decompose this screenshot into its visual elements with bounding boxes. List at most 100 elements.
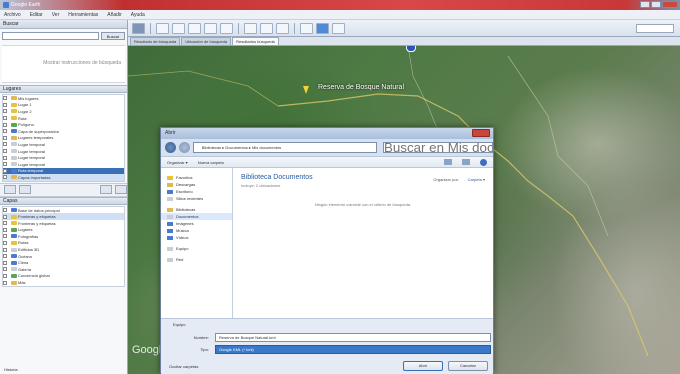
layer-item[interactable]: Galería <box>3 266 124 273</box>
menu-item-tools[interactable]: Herramientas <box>68 12 98 18</box>
checkbox[interactable] <box>3 122 7 127</box>
add-polygon-button[interactable] <box>172 22 185 34</box>
checkbox[interactable] <box>3 135 7 140</box>
preview-pane-icon[interactable] <box>462 159 470 165</box>
nav-item-computer[interactable]: Equipo <box>161 245 232 252</box>
checkbox[interactable] <box>3 214 7 219</box>
dialog-close-button[interactable] <box>472 129 490 137</box>
search-places-button[interactable] <box>4 185 16 195</box>
places-item[interactable]: Mis lugares <box>3 95 124 102</box>
add-overlay-button[interactable] <box>204 22 217 34</box>
places-item[interactable]: Lugar 1 <box>3 102 124 109</box>
layer-item[interactable]: Conciencia global <box>3 273 124 280</box>
change-view-icon[interactable] <box>444 159 452 165</box>
new-folder-button[interactable]: Nueva carpeta <box>198 160 224 165</box>
menu-item-file[interactable]: Archivo <box>4 12 21 18</box>
checkbox[interactable] <box>3 234 7 239</box>
record-tour-button[interactable] <box>220 22 233 34</box>
add-placemark-button[interactable] <box>156 22 169 34</box>
nav-item-desktop[interactable]: Escritorio <box>161 188 232 195</box>
checkbox[interactable] <box>3 240 7 245</box>
checkbox[interactable] <box>3 267 7 272</box>
checkbox[interactable] <box>3 129 7 134</box>
checkbox[interactable] <box>3 254 7 259</box>
checkbox[interactable] <box>3 142 7 147</box>
tab-search-location[interactable]: Ubicación de búsqueda <box>181 37 232 45</box>
checkbox[interactable] <box>3 208 7 213</box>
layer-item[interactable]: Océano <box>3 253 124 260</box>
organize-button[interactable]: Organizar ▾ <box>167 160 188 165</box>
places-item[interactable]: Lugar temporal <box>3 161 124 168</box>
places-panel-header[interactable]: Lugares <box>0 85 127 93</box>
search-input[interactable] <box>2 32 99 40</box>
historical-imagery-button[interactable] <box>244 22 257 34</box>
checkbox[interactable] <box>3 273 7 278</box>
places-item[interactable]: Capas importadas <box>3 174 124 181</box>
nav-item-music[interactable]: Música <box>161 227 232 234</box>
browse-computer-label[interactable]: Equipo <box>173 322 185 327</box>
filename-input[interactable]: Reserva de Bosque Natural.kml <box>215 333 491 342</box>
route-shield-icon[interactable] <box>406 46 416 52</box>
layer-item[interactable]: Fotografías <box>3 233 124 240</box>
path-breadcrumb[interactable]: Bibliotecas ▸ Documentos ▸ Mis documento… <box>192 142 377 153</box>
places-item[interactable]: Capa de superposición <box>3 128 124 135</box>
checkbox[interactable] <box>3 260 7 265</box>
close-window-button[interactable] <box>662 1 678 8</box>
places-item[interactable]: Polígono <box>3 121 124 128</box>
window-titlebar[interactable]: Google Earth <box>0 0 680 10</box>
arrange-by-dropdown[interactable]: Carpeta ▾ <box>468 177 485 182</box>
places-item[interactable]: Lugar temporal <box>3 141 124 148</box>
search-button[interactable]: Buscar <box>101 32 125 40</box>
menu-item-view[interactable]: Ver <box>52 12 60 18</box>
planets-button[interactable] <box>276 22 289 34</box>
dialog-titlebar[interactable]: Abrir <box>161 128 493 139</box>
maximize-button[interactable] <box>651 1 661 8</box>
nav-item-network[interactable]: Red <box>161 256 232 263</box>
hide-folders-toggle[interactable]: Ocultar carpetas <box>169 364 198 369</box>
layer-item[interactable]: Base de datos principal <box>3 207 124 214</box>
sign-in-field[interactable] <box>636 23 674 33</box>
layers-panel-header[interactable]: Capas <box>0 196 127 205</box>
places-item[interactable]: Lugar temporal <box>3 154 124 161</box>
open-button[interactable]: Abrir <box>403 361 443 371</box>
nav-item-libraries[interactable]: Bibliotecas <box>161 206 232 213</box>
minimize-button[interactable] <box>640 1 650 8</box>
checkbox[interactable] <box>3 162 7 167</box>
places-item[interactable]: Lugares temporales <box>3 135 124 142</box>
layer-item[interactable]: Edificios 3D <box>3 246 124 253</box>
search-panel-header[interactable]: Buscar <box>0 20 127 29</box>
layer-item[interactable]: Lugares <box>3 227 124 234</box>
cancel-button[interactable]: Cancelar <box>448 361 488 371</box>
menu-item-help[interactable]: Ayuda <box>131 12 145 18</box>
nav-item-favorites[interactable]: Favoritos <box>161 174 232 181</box>
map-place-label[interactable]: Reserva de Bosque Natural <box>318 84 404 91</box>
nav-item-videos[interactable]: Vídeos <box>161 234 232 241</box>
tab-results[interactable]: Resultados búsqueda <box>232 37 279 45</box>
print-button[interactable] <box>332 22 345 34</box>
checkbox[interactable] <box>3 247 7 252</box>
checkbox[interactable] <box>3 227 7 232</box>
filetype-select[interactable]: Google KML (*.kml) <box>215 345 491 354</box>
checkbox[interactable] <box>3 280 7 285</box>
layer-item[interactable]: Rutas <box>3 240 124 247</box>
nav-item-pictures[interactable]: Imágenes <box>161 220 232 227</box>
checkbox[interactable] <box>3 109 7 114</box>
checkbox[interactable] <box>3 175 7 180</box>
nav-item-downloads[interactable]: Descargas <box>161 181 232 188</box>
forward-arrow-icon[interactable] <box>178 142 190 153</box>
layer-item[interactable]: Fronteras y etiquetas <box>3 220 124 227</box>
places-item[interactable]: Lugar 2 <box>3 108 124 115</box>
dialog-search-input[interactable] <box>383 142 493 153</box>
sunlight-button[interactable] <box>260 22 273 34</box>
nav-item-documents[interactable]: Documentos <box>161 213 232 220</box>
layer-item[interactable]: Más <box>3 279 124 286</box>
places-item[interactable]: Lugar temporal <box>3 148 124 155</box>
menu-item-add[interactable]: Añadir <box>107 12 121 18</box>
dialog-file-list[interactable]: Biblioteca Documentos Incluye: 2 ubicaci… <box>233 168 493 342</box>
move-down-button[interactable] <box>115 185 127 195</box>
menu-item-edit[interactable]: Editar <box>30 12 43 18</box>
add-folder-button[interactable] <box>19 185 31 195</box>
nav-item-recent[interactable]: Sitios recientes <box>161 195 232 202</box>
checkbox[interactable] <box>3 96 7 101</box>
layer-item[interactable]: Clima <box>3 259 124 266</box>
